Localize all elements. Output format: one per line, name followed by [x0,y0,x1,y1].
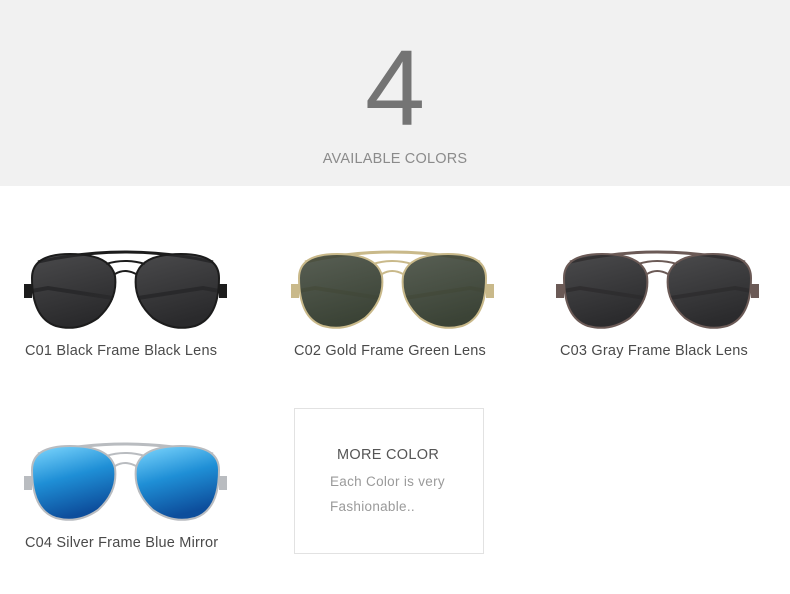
product-c04 [18,432,233,527]
product-c03 [550,240,765,335]
more-color-title: MORE COLOR [337,447,440,463]
sunglasses-icon [24,250,227,329]
sunglasses-icon [24,442,227,521]
right-lens [134,252,221,329]
product-caption-c02: C02 Gold Frame Green Lens [294,343,486,359]
hero-banner: 4 AVAILABLE COLORS [0,0,790,186]
more-color-box: MORE COLOR Each Color is very Fashionabl… [294,408,484,554]
right-lens [134,444,221,521]
product-caption-c01: C01 Black Frame Black Lens [25,343,218,359]
right-lens [666,252,753,329]
product-c02 [285,240,500,335]
hero-subtitle: AVAILABLE COLORS [322,151,468,167]
left-lens [297,252,384,329]
right-lens [401,252,488,329]
product-caption-c04: C04 Silver Frame Blue Mirror [25,535,219,551]
left-lens [562,252,649,329]
left-lens [30,252,117,329]
more-color-line2: Fashionable.. [330,499,415,514]
sunglasses-icon [291,250,494,329]
product-caption-c03: C03 Gray Frame Black Lens [560,343,748,359]
product-c01 [18,240,233,335]
color-count-number: 4 [364,27,426,148]
more-color-line1: Each Color is very [330,474,445,489]
sunglasses-icon [556,250,759,329]
left-lens [30,444,117,521]
